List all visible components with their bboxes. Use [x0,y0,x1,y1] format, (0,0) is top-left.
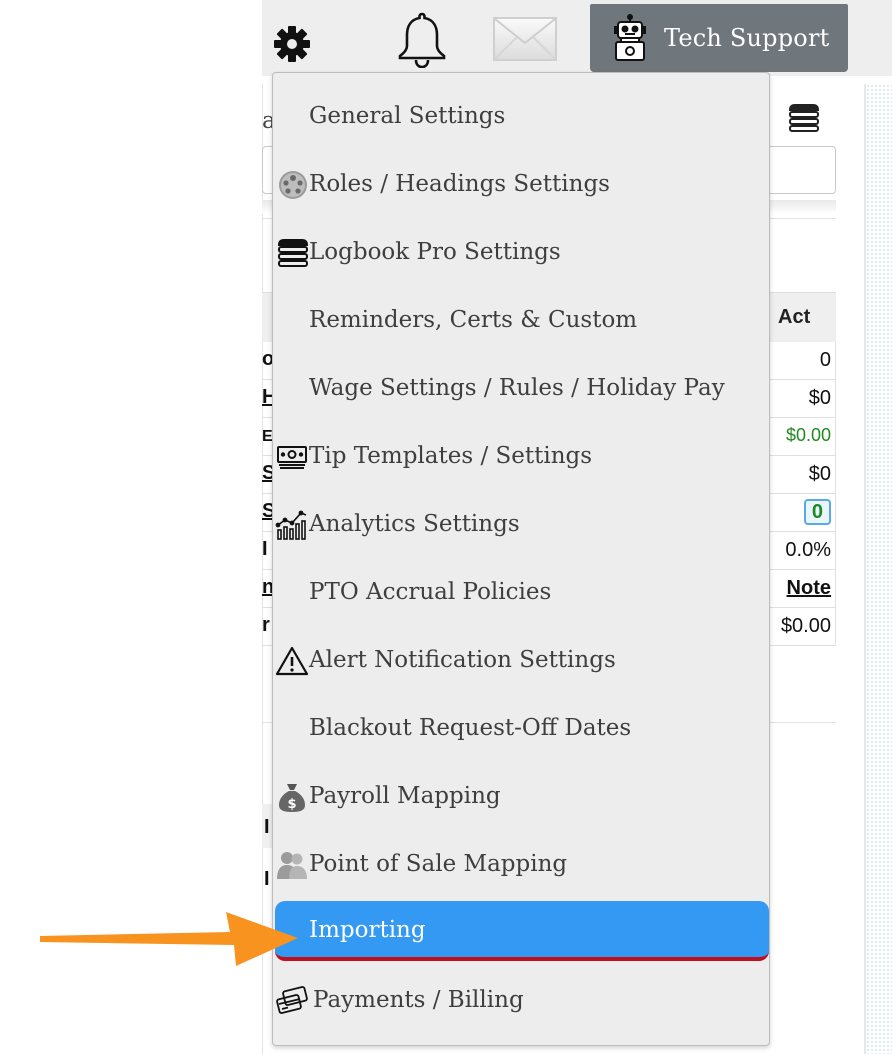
row-fragment: I [262,538,268,560]
mail-icon[interactable] [492,16,558,62]
row-value: $0.00 [785,425,831,445]
analytics-icon [275,510,307,540]
roles-icon [279,171,307,199]
menu-item-wage-settings[interactable]: Wage Settings / Rules / Holiday Pay [273,359,769,419]
menu-item-reminders-certs-custom[interactable]: Reminders, Certs & Custom [273,291,769,351]
warning-icon [275,646,309,676]
robot-icon [614,14,646,61]
menu-item-label: Reminders, Certs & Custom [309,307,638,333]
menu-item-label: Payroll Mapping [309,783,501,809]
menu-item-blackout-request-off-dates[interactable]: Blackout Request-Off Dates [273,699,769,759]
money-bag-icon: $ [279,784,305,812]
credit-cards-icon [276,986,308,1014]
background-pattern-strip [864,84,892,1054]
menu-item-analytics-settings[interactable]: Analytics Settings [273,495,769,555]
cash-icon [277,446,307,469]
menu-item-general-settings[interactable]: General Settings [273,87,769,147]
menu-item-label: Logbook Pro Settings [309,239,561,265]
count-badge[interactable]: 0 [803,499,831,525]
background-fragment: I [264,816,270,838]
layers-icon[interactable] [786,102,822,136]
menu-item-label: Importing [309,917,426,943]
menu-item-label: Payments / Billing [313,987,524,1013]
tech-support-button[interactable]: Tech Support [590,4,848,72]
menu-item-payroll-mapping[interactable]: $ Payroll Mapping [273,767,769,827]
row-value: $0.00 [780,615,831,637]
row-value: $0 [808,463,831,485]
note-link[interactable]: Note [787,577,831,600]
menu-item-label: Blackout Request-Off Dates [309,715,632,741]
menu-item-label: Point of Sale Mapping [309,851,568,877]
row-value: $0 [808,387,831,409]
menu-item-tip-templates-settings[interactable]: Tip Templates / Settings [273,427,769,487]
menu-item-label: Analytics Settings [309,511,520,537]
menu-item-label: General Settings [309,103,506,129]
tech-support-label: Tech Support [664,24,830,52]
logbook-icon [277,239,309,267]
bell-icon[interactable] [396,10,448,68]
gear-icon[interactable] [272,24,312,64]
row-value: 0 [819,349,831,371]
menu-item-label: Roles / Headings Settings [309,171,610,197]
svg-text:$: $ [287,797,296,812]
annotation-arrow-icon [40,912,298,966]
menu-item-label: PTO Accrual Policies [309,579,552,605]
row-value: 0.0% [785,539,831,561]
settings-dropdown-menu: General Settings Roles / Headings Settin… [272,72,770,1046]
background-fragment: I [264,868,270,890]
column-header-act: Act [778,306,811,328]
menu-item-roles-headings-settings[interactable]: Roles / Headings Settings [273,155,769,215]
users-icon [277,852,307,879]
menu-item-payments-billing[interactable]: Payments / Billing [273,971,769,1031]
menu-item-label: Tip Templates / Settings [309,443,593,469]
menu-item-importing[interactable]: Importing [275,901,769,961]
menu-item-logbook-pro-settings[interactable]: Logbook Pro Settings [273,223,769,283]
menu-item-pto-accrual-policies[interactable]: PTO Accrual Policies [273,563,769,623]
row-fragment: r [262,614,270,636]
menu-item-label: Wage Settings / Rules / Holiday Pay [309,375,725,401]
menu-item-label: Alert Notification Settings [309,647,616,673]
menu-item-point-of-sale-mapping[interactable]: Point of Sale Mapping [273,835,769,895]
menu-item-alert-notification-settings[interactable]: Alert Notification Settings [273,631,769,691]
